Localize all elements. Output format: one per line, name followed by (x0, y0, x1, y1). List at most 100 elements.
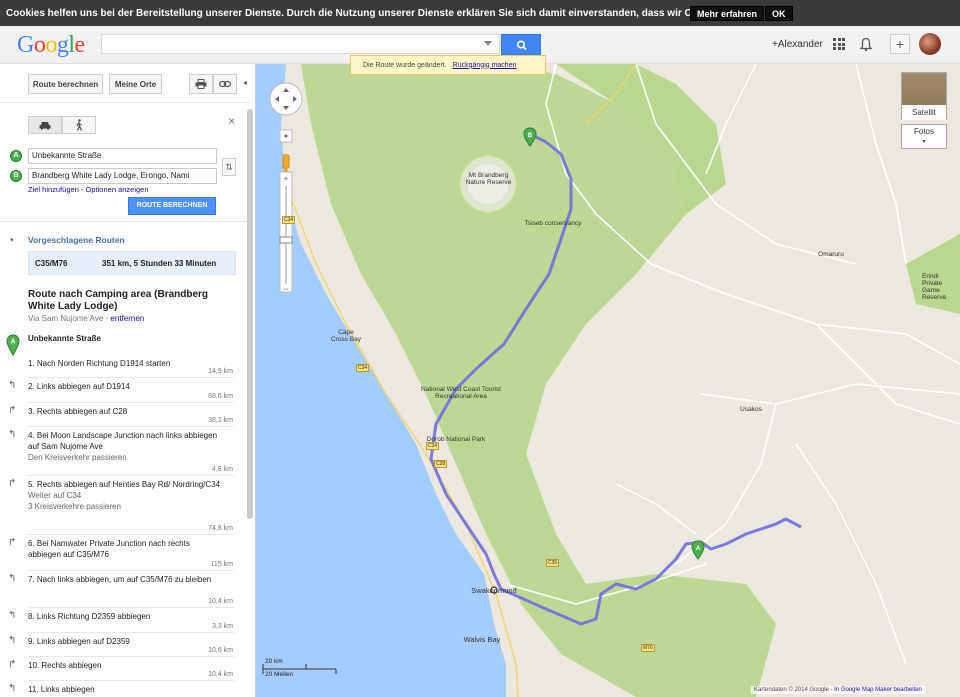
more-info-button[interactable]: Mehr erfahren (690, 6, 765, 21)
origin-input[interactable]: Unbekannte Straße (28, 148, 217, 164)
divider (28, 426, 234, 427)
direction-step[interactable]: 7. Nach links abbiegen, um auf C35/M76 z… (28, 574, 223, 585)
step-text: 10. Rechts abbiegen (28, 661, 102, 670)
divider (28, 534, 234, 535)
search-icon (517, 40, 527, 51)
google-logo[interactable]: Google (17, 32, 85, 59)
road-shield: C34 (426, 442, 440, 450)
show-options-link[interactable]: Optionen anzeigen (86, 185, 149, 194)
route-options-links: Ziel hinzufügen - Optionen anzeigen (28, 185, 149, 194)
step-text: 6. Bei Namwater Private Junction nach re… (28, 539, 190, 559)
calculate-route-button[interactable]: ROUTE BERECHNEN (128, 197, 216, 215)
route-name: C35/M76 (35, 259, 68, 268)
step-text: 3. Rechts abbiegen auf C28 (28, 407, 128, 416)
my-places-button[interactable]: Meine Orte (109, 74, 162, 94)
turn-arrow-icon: ↱ (8, 478, 17, 489)
map-canvas[interactable]: B A + − Mt Brandberg Nature Reserve Tsis… (256, 64, 960, 697)
route-changed-notice: Die Route wurde geändert. Rückgängig mac… (350, 55, 546, 75)
photos-label: Fotos (913, 127, 934, 136)
divider (28, 475, 234, 476)
turn-arrow-icon: ↰ (8, 573, 17, 584)
divider (28, 656, 234, 657)
close-icon[interactable]: × (228, 114, 235, 128)
mode-car-button[interactable] (28, 116, 62, 134)
turn-arrow-icon: ↰ (8, 380, 17, 391)
step-note: Den Kreisverkehr passieren (28, 453, 127, 462)
map-copyright: Kartendaten © 2014 Google - (754, 687, 833, 693)
divider (28, 402, 234, 403)
road-shield: C35 (546, 559, 560, 567)
search-button[interactable] (501, 34, 541, 55)
map-label-brandberg: Mt Brandberg Nature Reserve (465, 172, 512, 186)
map-label-nwc: National West Coast Tourist Recreational… (421, 386, 501, 400)
direction-step[interactable]: 5. Rechts abbiegen auf Henties Bay Rd/ N… (28, 479, 223, 512)
link-separator: - (78, 185, 86, 194)
map-terrain: B A + − (256, 64, 960, 697)
remove-via-link[interactable]: entfernen (110, 314, 144, 323)
directions-panel: Route berechnen Meine Orte ◂ × A Unbekan… (0, 64, 256, 697)
map-label-erindi: Erindi Private Game Reserve (922, 273, 947, 301)
map-maker-link[interactable]: In Google Map Maker bearbeiten (834, 687, 922, 693)
step-text: 11. Links abbiegen (28, 685, 95, 694)
step-distance: 68,6 km (208, 393, 233, 400)
turn-arrow-icon: ↰ (8, 610, 17, 621)
turn-arrow-icon: ↱ (8, 659, 17, 670)
direction-step[interactable]: 8. Links Richtung D2359 abbiegen (28, 611, 223, 622)
avatar[interactable] (919, 33, 941, 55)
divider (28, 570, 234, 571)
print-icon (195, 79, 207, 89)
direction-step[interactable]: 6. Bei Namwater Private Junction nach re… (28, 538, 223, 560)
photos-button[interactable]: Fotos ▾ (901, 124, 947, 149)
direction-step[interactable]: 2. Links abbiegen auf D1914 (28, 381, 223, 392)
search-input[interactable] (101, 34, 500, 54)
swap-direction-icon[interactable]: ⇅ (222, 158, 236, 176)
undo-link[interactable]: Rückgängig machen (453, 62, 517, 69)
map-label-usakos: Usakos (740, 406, 762, 413)
destination-input[interactable]: Brandberg White Lady Lodge, Erongo, Nami (28, 168, 217, 184)
apps-grid-icon[interactable] (833, 38, 845, 50)
cookie-bar: Cookies helfen uns bei der Bereitstellun… (0, 0, 960, 26)
mode-walk-button[interactable] (62, 116, 96, 134)
direction-step[interactable]: 9. Links abbiegen auf D2359 (28, 636, 223, 647)
satellite-label: Satellit (902, 105, 946, 120)
notifications-bell-icon[interactable] (859, 37, 873, 52)
satellite-toggle-button[interactable]: Satellit (901, 72, 947, 120)
route-summary: 351 km, 5 Stunden 33 Minuten (102, 259, 217, 268)
share-plus-button[interactable]: + (890, 34, 910, 54)
step-text: 2. Links abbiegen auf D1914 (28, 382, 130, 391)
add-destination-link[interactable]: Ziel hinzufügen (28, 185, 79, 194)
expand-triangle-icon[interactable]: ▾ (10, 236, 14, 244)
route-option[interactable]: C35/M76 351 km, 5 Stunden 33 Minuten (28, 251, 236, 275)
collapse-panel-icon[interactable]: ◂ (243, 78, 247, 87)
start-address: Unbekannte Straße (28, 334, 101, 343)
calc-route-tab-button[interactable]: Route berechnen (28, 74, 103, 94)
step-distance: 4,8 km (211, 466, 233, 473)
route-title: Route nach Camping area (Brandberg White… (28, 289, 209, 312)
svg-text:A: A (696, 546, 701, 552)
marker-b-icon: B (10, 170, 22, 182)
chevron-down-icon[interactable] (484, 41, 492, 46)
panel-scrollbar[interactable] (247, 109, 253, 519)
step-distance: 10,6 km (208, 647, 233, 654)
step-distance: 14,9 km (208, 368, 233, 375)
via-label: Via Sam Nujome Ave - (28, 314, 111, 323)
start-pin-icon: A (6, 334, 20, 356)
car-icon (39, 121, 51, 130)
scale-km: 20 km (265, 658, 283, 665)
user-name-link[interactable]: +Alexander (772, 39, 823, 50)
direction-step[interactable]: 3. Rechts abbiegen auf C28 (28, 406, 223, 417)
step-note: Weiter auf C34 (28, 491, 82, 500)
cookie-ok-button[interactable]: OK (765, 6, 793, 21)
map-label-swakopmund: Swakopmund (471, 586, 517, 595)
link-button[interactable] (213, 74, 237, 94)
turn-arrow-icon: ↰ (8, 683, 17, 694)
step-text: 9. Links abbiegen auf D2359 (28, 637, 130, 646)
direction-step[interactable]: 10. Rechts abbiegen (28, 660, 223, 671)
turn-arrow-icon: ↰ (8, 429, 17, 440)
suggested-routes-heading[interactable]: Vorgeschlagene Routen (28, 235, 125, 245)
marker-a-icon: A (10, 150, 22, 162)
direction-step[interactable]: 11. Links abbiegen (28, 684, 223, 695)
print-button[interactable] (189, 74, 213, 94)
divider (0, 102, 250, 103)
direction-step[interactable]: 4. Bei Moon Landscape Junction nach link… (28, 430, 223, 463)
